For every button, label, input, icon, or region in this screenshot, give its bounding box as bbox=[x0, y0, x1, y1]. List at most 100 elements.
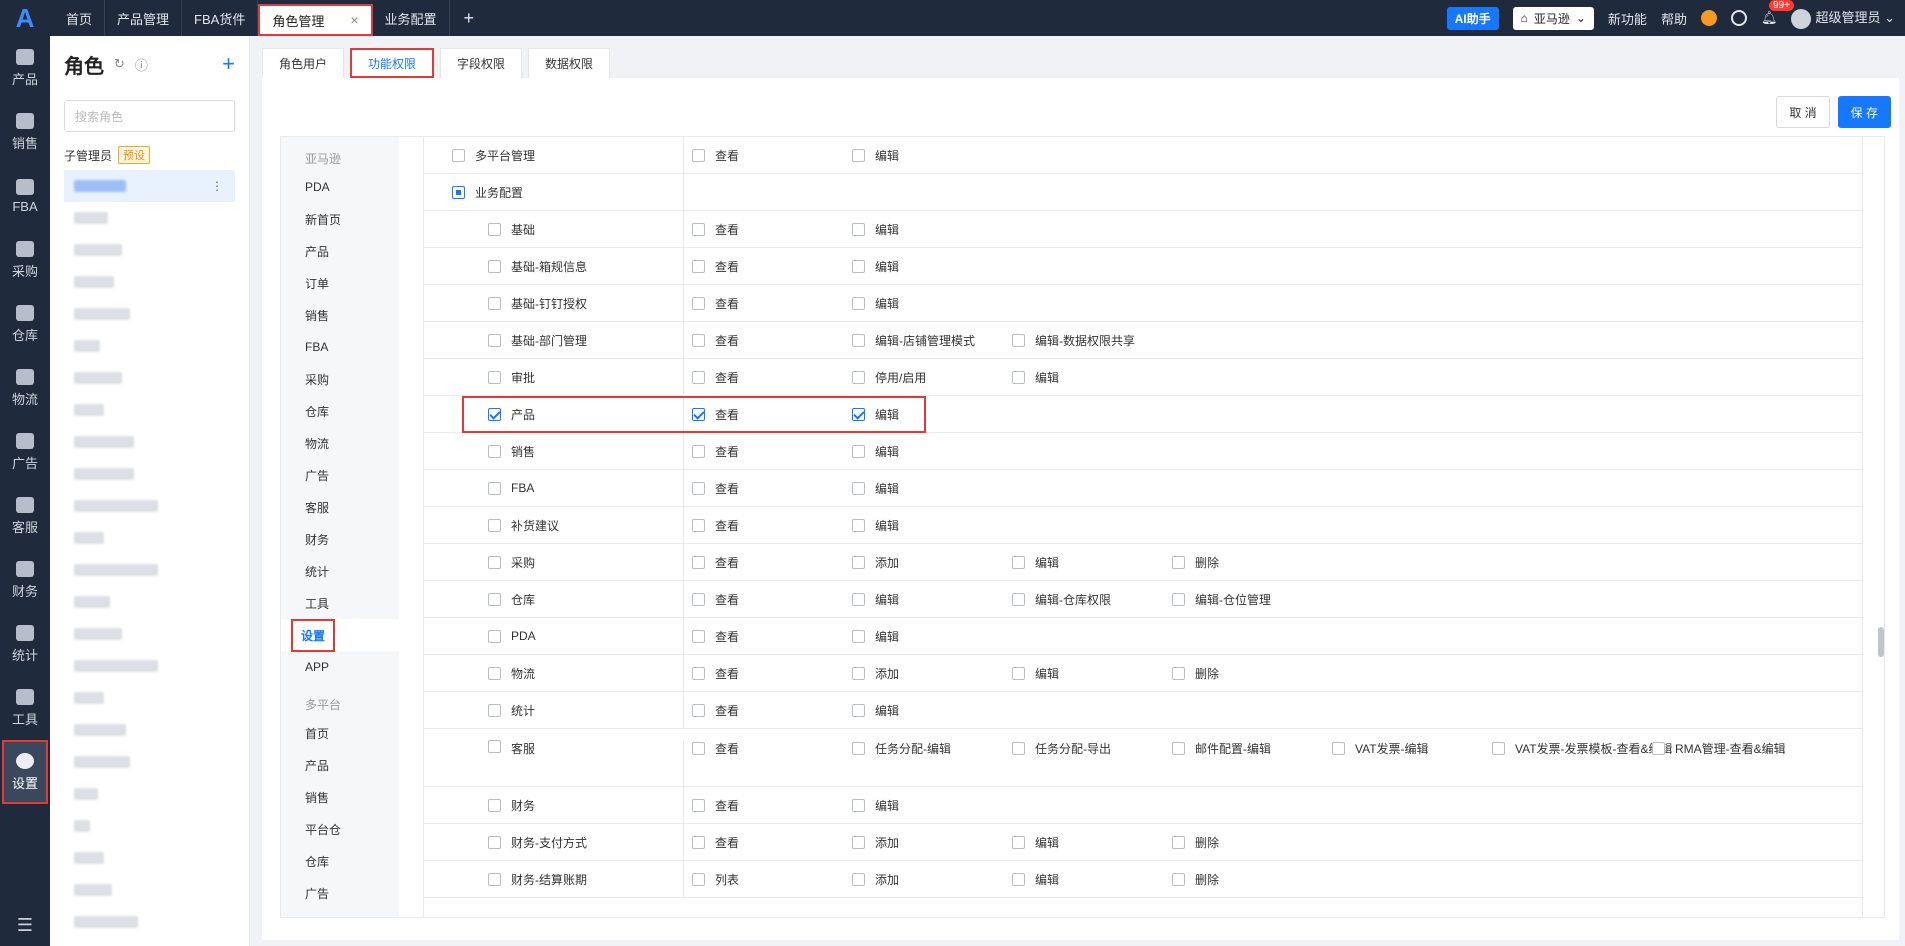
permission-checkbox[interactable] bbox=[1012, 835, 1025, 849]
permission-checkbox[interactable] bbox=[852, 629, 865, 643]
top-tab[interactable]: 产品管理 bbox=[105, 0, 183, 36]
new-feature-link[interactable]: 新功能 bbox=[1608, 9, 1647, 28]
permission-option[interactable]: 添加 bbox=[852, 871, 1012, 887]
category-item[interactable]: 产品 bbox=[281, 235, 399, 267]
permission-checkbox[interactable] bbox=[852, 259, 865, 273]
module-checkbox[interactable] bbox=[488, 370, 501, 384]
permission-option[interactable]: 查看 bbox=[692, 702, 852, 718]
permission-option[interactable]: 查看 bbox=[692, 443, 852, 459]
category-item[interactable]: 销售 bbox=[281, 781, 399, 813]
rail-item-11[interactable]: 设置 bbox=[2, 740, 48, 804]
permission-option[interactable]: 查看 bbox=[692, 332, 852, 348]
role-list-item[interactable] bbox=[64, 906, 235, 938]
permission-checkbox[interactable] bbox=[692, 798, 705, 812]
subtab-item[interactable]: 功能权限 bbox=[350, 48, 435, 78]
permission-option[interactable]: 查看 bbox=[692, 517, 852, 533]
rail-item-6[interactable]: 广告 bbox=[0, 420, 50, 484]
permission-option[interactable]: RMA管理-查看&编辑 bbox=[1652, 740, 1812, 756]
permission-option[interactable]: 查看 bbox=[692, 295, 852, 311]
permission-option[interactable]: 查看 bbox=[692, 591, 852, 607]
permission-option[interactable]: 编辑 bbox=[852, 258, 1012, 274]
add-role-button[interactable]: + bbox=[222, 51, 235, 77]
role-list-item[interactable] bbox=[64, 362, 235, 394]
permission-option[interactable]: 删除 bbox=[1172, 554, 1332, 570]
category-item[interactable]: 广告 bbox=[281, 459, 399, 491]
download-icon[interactable] bbox=[1730, 10, 1747, 26]
permission-option[interactable]: 编辑 bbox=[852, 221, 1012, 237]
permission-option[interactable]: 编辑 bbox=[1012, 871, 1172, 887]
category-item[interactable]: APP bbox=[281, 651, 399, 683]
category-item[interactable]: 订单 bbox=[281, 267, 399, 299]
permission-option[interactable]: 添加 bbox=[852, 834, 1012, 850]
category-item[interactable]: 财务 bbox=[281, 523, 399, 555]
help-link[interactable]: 帮助 bbox=[1661, 9, 1687, 28]
permission-option[interactable]: 邮件配置-编辑 bbox=[1172, 740, 1332, 756]
permission-checkbox[interactable] bbox=[692, 629, 705, 643]
permission-checkbox[interactable] bbox=[852, 407, 865, 421]
category-item[interactable]: 首页 bbox=[281, 717, 399, 749]
role-list-item[interactable] bbox=[64, 458, 235, 490]
scrollbar[interactable] bbox=[1878, 627, 1884, 657]
permission-option[interactable]: 删除 bbox=[1172, 665, 1332, 681]
module-checkbox[interactable] bbox=[488, 798, 501, 812]
permission-option[interactable]: 查看 bbox=[692, 665, 852, 681]
permission-option[interactable]: 编辑-店铺管理模式 bbox=[852, 332, 1012, 348]
role-list-item[interactable] bbox=[64, 810, 235, 842]
permission-option[interactable]: 查看 bbox=[692, 554, 852, 570]
rail-item-4[interactable]: 仓库 bbox=[0, 292, 50, 356]
permission-option[interactable]: 编辑-仓库权限 bbox=[1012, 591, 1172, 607]
category-item[interactable]: 统计 bbox=[281, 555, 399, 587]
role-list-item[interactable] bbox=[64, 394, 235, 426]
module-checkbox[interactable] bbox=[488, 444, 501, 458]
save-button[interactable]: 保 存 bbox=[1837, 96, 1891, 128]
permission-checkbox[interactable] bbox=[692, 296, 705, 310]
rail-item-8[interactable]: 财务 bbox=[0, 548, 50, 612]
permission-checkbox[interactable] bbox=[692, 370, 705, 384]
permission-option[interactable]: 编辑-数据权限共享 bbox=[1012, 332, 1172, 348]
permission-option[interactable]: 编辑 bbox=[852, 628, 1012, 644]
rail-item-3[interactable]: 采购 bbox=[0, 228, 50, 292]
permission-checkbox[interactable] bbox=[692, 222, 705, 236]
top-tab[interactable]: 首页 bbox=[54, 0, 106, 36]
role-list-item[interactable] bbox=[64, 234, 235, 266]
permission-checkbox[interactable] bbox=[692, 835, 705, 849]
role-list-item[interactable] bbox=[64, 778, 235, 810]
category-item[interactable]: FBA bbox=[281, 331, 399, 363]
role-list-item[interactable] bbox=[64, 842, 235, 874]
category-item[interactable]: 仓库 bbox=[281, 845, 399, 877]
permission-option[interactable]: 编辑 bbox=[852, 406, 1012, 422]
category-item[interactable]: 新首页 bbox=[281, 203, 399, 235]
permission-checkbox[interactable] bbox=[1012, 666, 1025, 680]
refresh-icon[interactable]: ↻ bbox=[114, 56, 125, 72]
help-icon[interactable]: ⓘ bbox=[135, 55, 148, 74]
category-item[interactable]: 销售 bbox=[281, 299, 399, 331]
top-tab[interactable]: 业务配置 bbox=[373, 0, 450, 36]
module-checkbox[interactable] bbox=[488, 296, 501, 310]
permission-checkbox[interactable] bbox=[852, 222, 865, 236]
permission-checkbox[interactable] bbox=[1652, 741, 1665, 755]
permission-option[interactable]: 查看 bbox=[692, 834, 852, 850]
permission-checkbox[interactable] bbox=[692, 666, 705, 680]
category-item[interactable]: PDA bbox=[281, 171, 399, 203]
permission-checkbox[interactable] bbox=[852, 835, 865, 849]
permission-checkbox[interactable] bbox=[1012, 333, 1025, 347]
module-checkbox[interactable] bbox=[488, 592, 501, 606]
permission-option[interactable]: VAT发票-发票模板-查看&编辑 bbox=[1492, 740, 1673, 756]
permission-option[interactable]: 删除 bbox=[1172, 834, 1332, 850]
permission-checkbox[interactable] bbox=[852, 798, 865, 812]
permission-option[interactable]: 查看 bbox=[692, 740, 852, 756]
module-checkbox[interactable] bbox=[488, 666, 501, 680]
role-list-item[interactable] bbox=[64, 298, 235, 330]
module-checkbox[interactable] bbox=[488, 481, 501, 495]
role-list-item[interactable] bbox=[64, 618, 235, 650]
permission-checkbox[interactable] bbox=[692, 444, 705, 458]
permission-checkbox[interactable] bbox=[692, 518, 705, 532]
permission-checkbox[interactable] bbox=[1012, 555, 1025, 569]
role-list-item[interactable] bbox=[64, 554, 235, 586]
permission-checkbox[interactable] bbox=[852, 296, 865, 310]
subtab-item[interactable]: 字段权限 bbox=[440, 48, 523, 78]
role-list-item[interactable] bbox=[64, 746, 235, 778]
role-list-item[interactable] bbox=[64, 426, 235, 458]
permission-option[interactable]: 查看 bbox=[692, 406, 852, 422]
category-item[interactable]: 广告 bbox=[281, 877, 399, 909]
